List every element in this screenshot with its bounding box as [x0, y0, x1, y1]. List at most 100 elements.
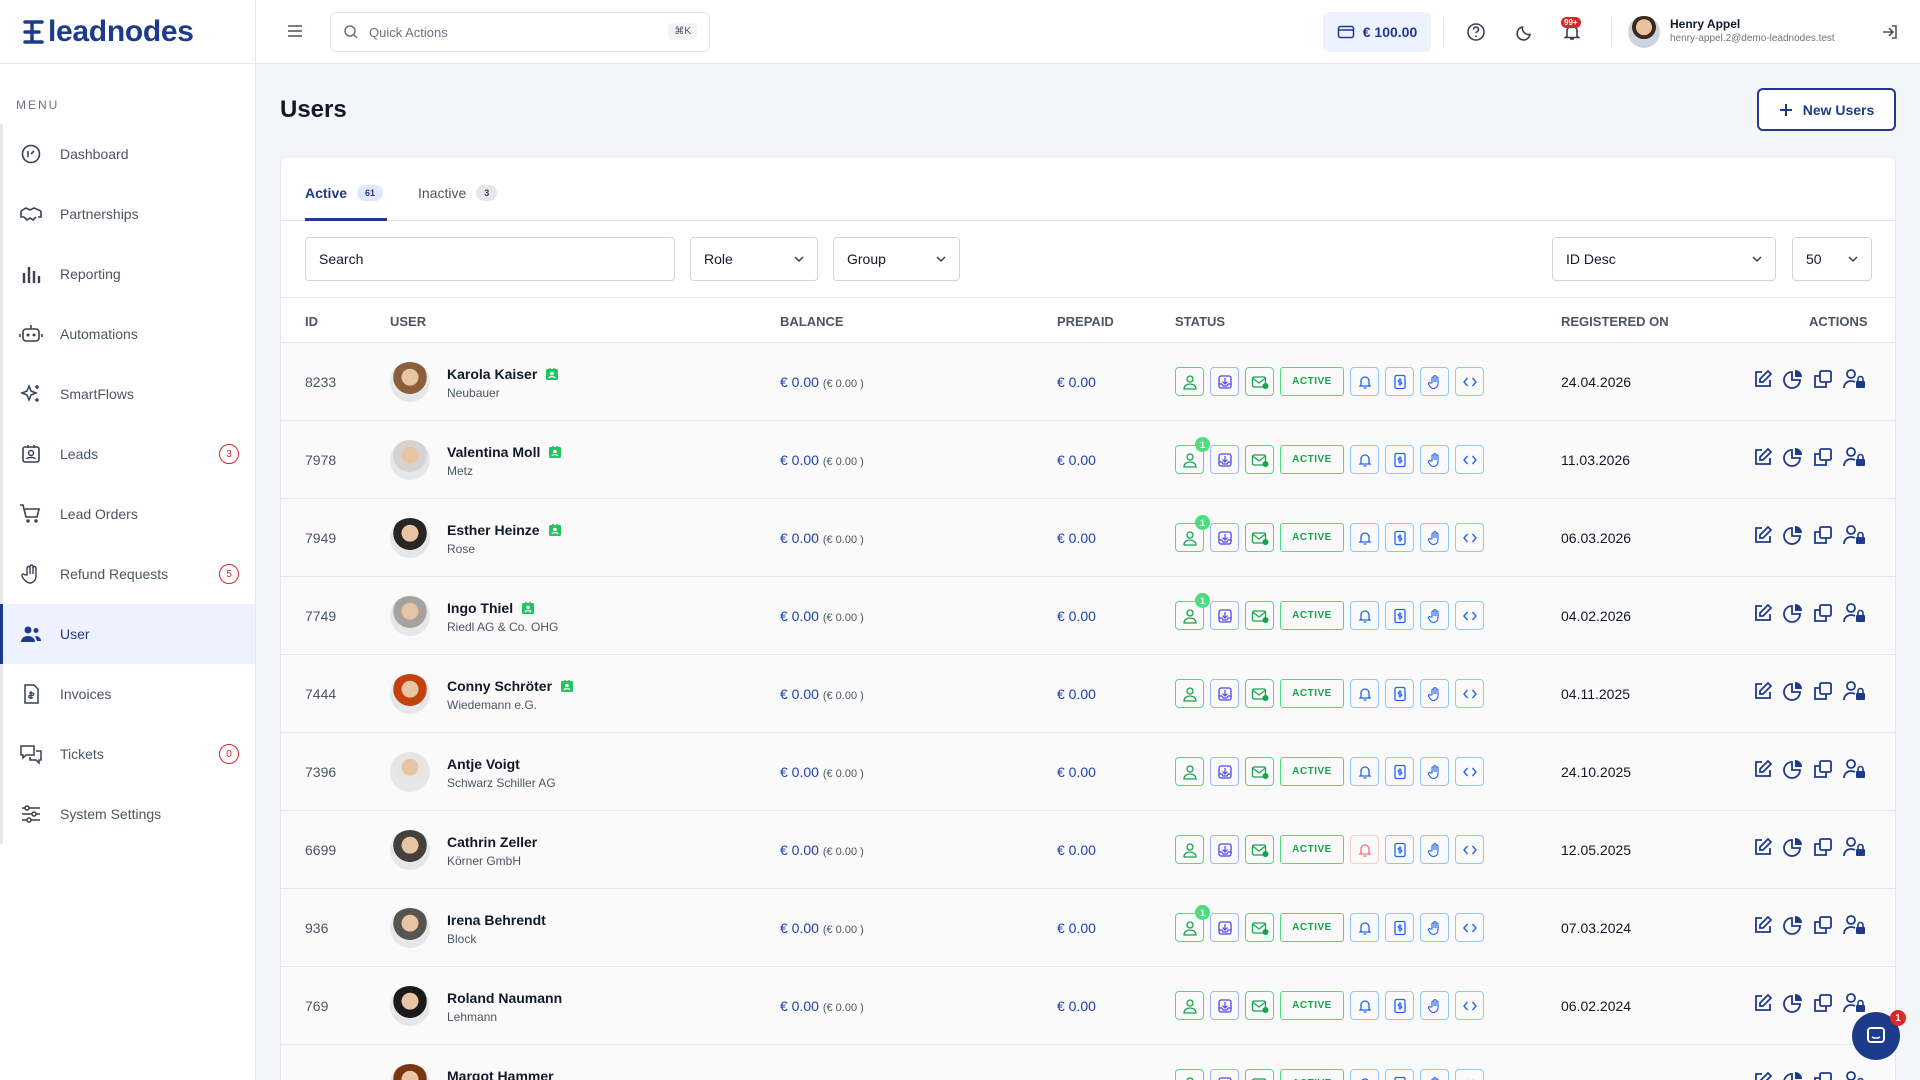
- column-header-registered[interactable]: REGISTERED ON: [1561, 314, 1669, 329]
- user-name-cell[interactable]: Margot Hammer: [447, 1068, 554, 1080]
- duplicate-icon[interactable]: [1812, 992, 1834, 1017]
- per-page-select[interactable]: 50: [1792, 237, 1872, 281]
- duplicate-icon[interactable]: [1812, 758, 1834, 783]
- edit-icon[interactable]: [1752, 368, 1774, 393]
- inbox-download-icon[interactable]: [1210, 913, 1239, 942]
- table-row[interactable]: 936 Irena Behrendt Block € 0.00 (€ 0.00 …: [281, 889, 1895, 967]
- table-row[interactable]: 7396 Antje Voigt Schwarz Schiller AG € 0…: [281, 733, 1895, 811]
- duplicate-icon[interactable]: [1812, 446, 1834, 471]
- table-row[interactable]: 7949 Esther Heinze Rose € 0.00 (€ 0.00 )…: [281, 499, 1895, 577]
- group-select[interactable]: Group: [833, 237, 960, 281]
- notifications-bell-icon[interactable]: [1350, 601, 1379, 630]
- inbox-download-icon[interactable]: [1210, 835, 1239, 864]
- table-row[interactable]: Margot Hammer ACTIVE: [281, 1045, 1895, 1080]
- mail-verified-icon[interactable]: [1245, 835, 1274, 864]
- status-badge[interactable]: ACTIVE: [1280, 991, 1344, 1020]
- user-name-cell[interactable]: Valentina Moll: [447, 444, 562, 460]
- impersonate-user-icon[interactable]: [1842, 758, 1868, 783]
- duplicate-icon[interactable]: [1812, 680, 1834, 705]
- user-profile-status-icon[interactable]: [1175, 679, 1204, 708]
- sidebar-item-tickets[interactable]: Tickets 0: [0, 724, 255, 784]
- status-badge[interactable]: ACTIVE: [1280, 1069, 1344, 1080]
- inbox-download-icon[interactable]: [1210, 991, 1239, 1020]
- column-header-user[interactable]: USER: [390, 314, 426, 329]
- billing-dollar-icon[interactable]: [1385, 913, 1414, 942]
- notifications-bell-icon[interactable]: [1350, 757, 1379, 786]
- brand-logo[interactable]: leadnodes: [0, 0, 255, 64]
- user-profile-status-icon[interactable]: [1175, 991, 1204, 1020]
- edit-icon[interactable]: [1752, 836, 1774, 861]
- notifications-bell-icon[interactable]: [1350, 523, 1379, 552]
- mail-verified-icon[interactable]: [1245, 523, 1274, 552]
- sidebar-item-lead-orders[interactable]: Lead Orders: [0, 484, 255, 544]
- table-row[interactable]: 7749 Ingo Thiel Riedl AG & Co. OHG € 0.0…: [281, 577, 1895, 655]
- billing-dollar-icon[interactable]: [1385, 445, 1414, 474]
- tab-active[interactable]: Active 61: [305, 185, 384, 201]
- impersonate-user-icon[interactable]: [1842, 368, 1868, 393]
- status-badge[interactable]: ACTIVE: [1280, 835, 1344, 864]
- mail-verified-icon[interactable]: [1245, 913, 1274, 942]
- moon-icon[interactable]: [1515, 22, 1535, 47]
- edit-icon[interactable]: [1752, 992, 1774, 1017]
- billing-dollar-icon[interactable]: [1385, 991, 1414, 1020]
- user-profile-status-icon[interactable]: [1175, 835, 1204, 864]
- mail-verified-icon[interactable]: [1245, 367, 1274, 396]
- duplicate-icon[interactable]: [1812, 524, 1834, 549]
- duplicate-icon[interactable]: [1812, 602, 1834, 627]
- status-badge[interactable]: ACTIVE: [1280, 367, 1344, 396]
- refund-hand-icon[interactable]: [1420, 1069, 1449, 1080]
- notifications-bell-icon[interactable]: [1350, 1069, 1379, 1080]
- edit-icon[interactable]: [1752, 680, 1774, 705]
- refund-hand-icon[interactable]: [1420, 991, 1449, 1020]
- status-badge[interactable]: ACTIVE: [1280, 601, 1344, 630]
- status-badge[interactable]: ACTIVE: [1280, 445, 1344, 474]
- api-code-icon[interactable]: [1455, 1069, 1484, 1080]
- mail-verified-icon[interactable]: [1245, 679, 1274, 708]
- impersonate-user-icon[interactable]: [1842, 836, 1868, 861]
- table-row[interactable]: 8233 Karola Kaiser Neubauer € 0.00 (€ 0.…: [281, 343, 1895, 421]
- api-code-icon[interactable]: [1455, 445, 1484, 474]
- user-profile-status-icon[interactable]: [1175, 1069, 1204, 1080]
- duplicate-icon[interactable]: [1812, 836, 1834, 861]
- quick-actions-input[interactable]: Quick Actions ⌘K: [330, 12, 710, 52]
- status-badge[interactable]: ACTIVE: [1280, 757, 1344, 786]
- edit-icon[interactable]: [1752, 446, 1774, 471]
- column-header-prepaid[interactable]: PREPAID: [1057, 314, 1114, 329]
- impersonate-user-icon[interactable]: [1842, 680, 1868, 705]
- api-code-icon[interactable]: [1455, 367, 1484, 396]
- user-name-cell[interactable]: Ingo Thiel: [447, 600, 535, 616]
- user-profile-status-icon[interactable]: 1: [1175, 437, 1210, 474]
- status-badge[interactable]: ACTIVE: [1280, 679, 1344, 708]
- sidebar-item-system-settings[interactable]: System Settings: [0, 784, 255, 844]
- api-code-icon[interactable]: [1455, 991, 1484, 1020]
- api-code-icon[interactable]: [1455, 679, 1484, 708]
- api-code-icon[interactable]: [1455, 913, 1484, 942]
- duplicate-icon[interactable]: [1812, 1070, 1834, 1080]
- impersonate-user-icon[interactable]: [1842, 914, 1868, 939]
- notifications-bell-icon[interactable]: [1350, 991, 1379, 1020]
- api-code-icon[interactable]: [1455, 835, 1484, 864]
- sidebar-item-invoices[interactable]: Invoices: [0, 664, 255, 724]
- column-header-balance[interactable]: BALANCE: [780, 314, 844, 329]
- sidebar-item-reporting[interactable]: Reporting: [0, 244, 255, 304]
- billing-dollar-icon[interactable]: [1385, 835, 1414, 864]
- table-row[interactable]: 7444 Conny Schröter Wiedemann e.G. € 0.0…: [281, 655, 1895, 733]
- logout-icon[interactable]: [1880, 22, 1900, 47]
- sidebar-item-refund-requests[interactable]: Refund Requests 5: [0, 544, 255, 604]
- notifications-bell-icon[interactable]: [1350, 913, 1379, 942]
- notifications-bell-icon[interactable]: [1350, 835, 1379, 864]
- statistics-pie-icon[interactable]: [1782, 836, 1804, 861]
- statistics-pie-icon[interactable]: [1782, 368, 1804, 393]
- notifications-bell-icon[interactable]: [1350, 367, 1379, 396]
- impersonate-user-icon[interactable]: [1842, 1070, 1868, 1080]
- billing-dollar-icon[interactable]: [1385, 523, 1414, 552]
- sidebar-item-partnerships[interactable]: Partnerships: [0, 184, 255, 244]
- edit-icon[interactable]: [1752, 1070, 1774, 1080]
- user-name-cell[interactable]: Roland Naumann: [447, 990, 562, 1006]
- sidebar-item-smartflows[interactable]: SmartFlows: [0, 364, 255, 424]
- mail-verified-icon[interactable]: [1245, 1069, 1274, 1080]
- refund-hand-icon[interactable]: [1420, 523, 1449, 552]
- refund-hand-icon[interactable]: [1420, 679, 1449, 708]
- edit-icon[interactable]: [1752, 914, 1774, 939]
- duplicate-icon[interactable]: [1812, 914, 1834, 939]
